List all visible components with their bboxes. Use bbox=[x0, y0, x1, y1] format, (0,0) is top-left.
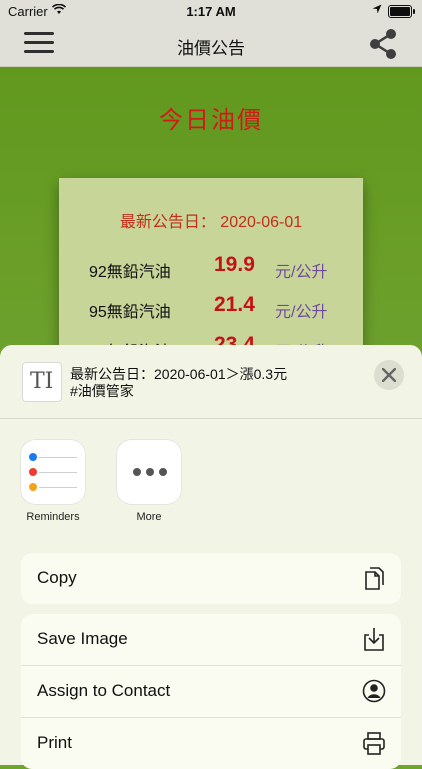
print-action[interactable]: Print bbox=[21, 718, 401, 769]
share-text-line2: #油價管家 bbox=[70, 383, 134, 399]
action-label: Assign to Contact bbox=[37, 681, 171, 700]
share-preview-text: 最新公告日：2020-06-01＞漲0.3元 #油價管家 bbox=[70, 366, 287, 400]
copy-icon bbox=[361, 565, 387, 591]
app-label: More bbox=[136, 511, 162, 523]
action-label: Copy bbox=[37, 568, 77, 587]
share-sheet: TI 最新公告日：2020-06-01＞漲0.3元 #油價管家 Reminder… bbox=[0, 345, 422, 769]
save-image-icon bbox=[361, 626, 387, 652]
assign-contact-action[interactable]: Assign to Contact bbox=[21, 666, 401, 718]
share-text-line1: 最新公告日：2020-06-01＞漲0.3元 bbox=[70, 366, 288, 382]
action-group-copy: Copy bbox=[21, 553, 401, 604]
close-button[interactable] bbox=[374, 360, 404, 390]
print-icon bbox=[361, 730, 387, 756]
copy-action[interactable]: Copy bbox=[21, 553, 401, 604]
action-group-main: Save Image Assign to Contact Print bbox=[21, 614, 401, 769]
action-label: Save Image bbox=[37, 629, 128, 648]
app-reminders[interactable]: Reminders bbox=[13, 440, 93, 523]
contact-icon bbox=[361, 678, 387, 704]
save-image-action[interactable]: Save Image bbox=[21, 614, 401, 666]
app-label: Reminders bbox=[26, 511, 80, 523]
reminders-icon bbox=[21, 440, 85, 504]
share-sheet-header: TI 最新公告日：2020-06-01＞漲0.3元 #油價管家 bbox=[0, 345, 422, 419]
action-label: Print bbox=[37, 733, 72, 752]
share-apps-row: Reminders More bbox=[0, 440, 422, 530]
more-icon bbox=[117, 440, 181, 504]
text-document-icon: TI bbox=[22, 362, 62, 402]
app-more[interactable]: More bbox=[109, 440, 189, 523]
close-icon bbox=[382, 368, 396, 382]
